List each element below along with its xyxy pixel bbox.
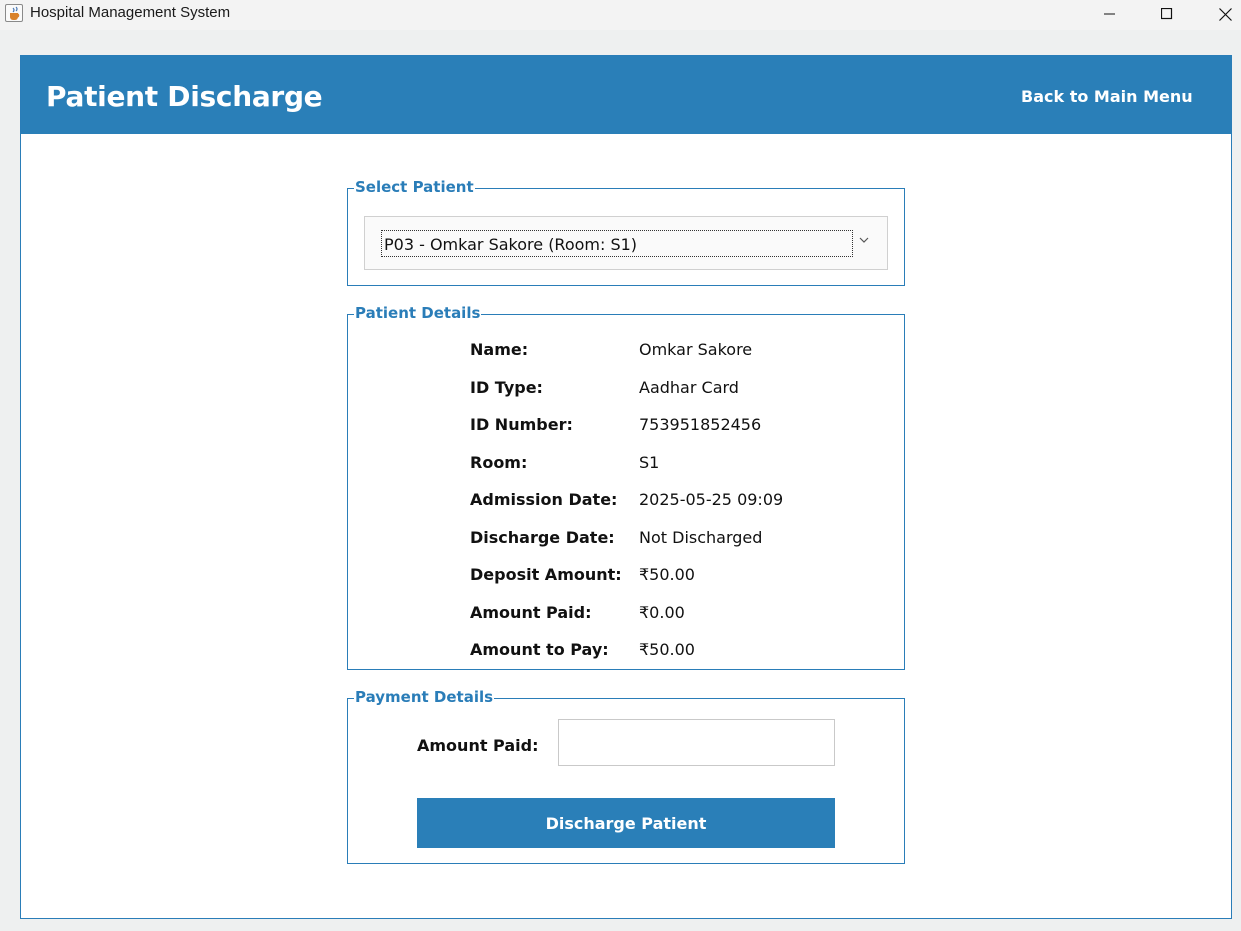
select-patient-group: Select Patient P03 - Omkar Sakore (Room:… xyxy=(347,178,905,286)
admission-date-value: 2025-05-25 09:09 xyxy=(639,490,784,509)
page-header: Patient Discharge Back to Main Menu xyxy=(21,56,1231,134)
back-to-main-menu-button[interactable]: Back to Main Menu xyxy=(1021,87,1193,106)
select-focus-ring: P03 - Omkar Sakore (Room: S1) xyxy=(381,230,853,257)
payment-details-legend: Payment Details xyxy=(354,688,495,706)
amount-to-pay-label: Amount to Pay: xyxy=(470,640,609,659)
java-cup-icon xyxy=(5,4,23,22)
chevron-down-icon[interactable] xyxy=(859,237,869,244)
close-icon xyxy=(1218,7,1232,21)
discharge-date-value: Not Discharged xyxy=(639,528,763,547)
amount-paid-input[interactable] xyxy=(558,719,835,766)
window-titlebar: Hospital Management System xyxy=(0,0,1241,30)
patient-details-group: Patient Details Name: Omkar Sakore ID Ty… xyxy=(347,304,905,670)
id-number-label: ID Number: xyxy=(470,415,573,434)
close-button[interactable] xyxy=(1197,0,1241,28)
discharge-date-label: Discharge Date: xyxy=(470,528,615,547)
payment-details-group: Payment Details Amount Paid: Discharge P… xyxy=(347,688,905,864)
name-label: Name: xyxy=(470,340,529,359)
discharge-panel: Patient Discharge Back to Main Menu Sele… xyxy=(20,55,1232,919)
patient-details-legend: Patient Details xyxy=(354,304,482,322)
select-patient-legend: Select Patient xyxy=(354,178,475,196)
patient-select-value: P03 - Omkar Sakore (Room: S1) xyxy=(384,235,638,254)
amount-paid-label: Amount Paid: xyxy=(470,603,592,622)
room-label: Room: xyxy=(470,453,528,472)
page-title: Patient Discharge xyxy=(46,80,323,113)
id-type-label: ID Type: xyxy=(470,378,543,397)
amount-paid-input-label: Amount Paid: xyxy=(417,736,539,755)
name-value: Omkar Sakore xyxy=(639,340,753,359)
admission-date-label: Admission Date: xyxy=(470,490,618,509)
amount-paid-value: ₹0.00 xyxy=(639,603,685,622)
discharge-patient-button[interactable]: Discharge Patient xyxy=(417,798,835,848)
deposit-amount-label: Deposit Amount: xyxy=(470,565,622,584)
minimize-icon xyxy=(1104,13,1115,15)
amount-to-pay-value: ₹50.00 xyxy=(639,640,695,659)
id-type-value: Aadhar Card xyxy=(639,378,739,397)
id-number-value: 753951852456 xyxy=(639,415,762,434)
window-title: Hospital Management System xyxy=(30,4,231,21)
minimize-button[interactable] xyxy=(1082,0,1138,28)
room-value: S1 xyxy=(639,453,660,472)
maximize-icon xyxy=(1161,8,1173,20)
maximize-button[interactable] xyxy=(1139,0,1195,28)
deposit-amount-value: ₹50.00 xyxy=(639,565,695,584)
patient-select[interactable]: P03 - Omkar Sakore (Room: S1) xyxy=(364,216,888,270)
